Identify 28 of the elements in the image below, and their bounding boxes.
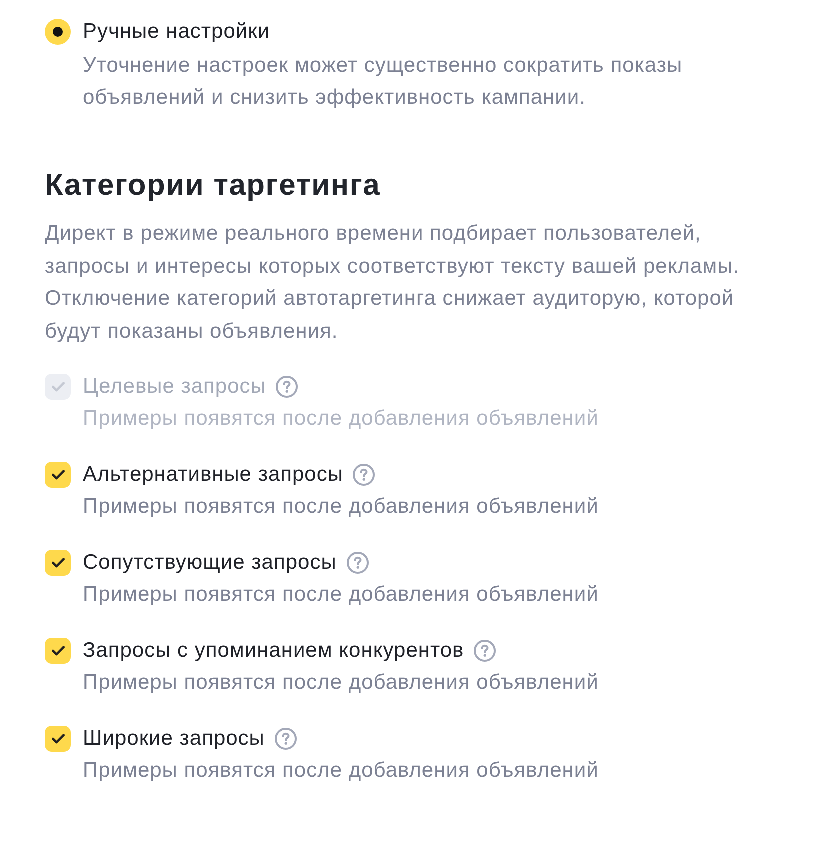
checkbox[interactable]: [45, 638, 71, 664]
check-icon: [52, 646, 64, 656]
category-hint: Примеры появятся после добавления объявлений: [83, 670, 599, 696]
section-description: Директ в режиме реального времени подбирает пользователей, запросы и интересы которых соответствуют тексту вашей рекламы. Отключение категорий автотаргетинга снижает аудиторую, которой будут показаны объявления.: [45, 221, 741, 344]
help-icon[interactable]: [274, 728, 297, 750]
radio-label[interactable]: Ручные настройки: [83, 16, 270, 48]
category-label[interactable]: Сопутствующие запросы: [83, 547, 337, 579]
category-hint: Примеры появятся после добавления объявлений: [83, 582, 599, 608]
radio-description: Уточнение настроек может существенно сократить показы объявлений и снизить эффективность кампании.: [83, 53, 684, 111]
category-label[interactable]: Запросы с упоминанием конкурентов: [83, 635, 464, 667]
radio-button[interactable]: [45, 19, 71, 45]
help-icon[interactable]: [353, 464, 376, 486]
help-icon[interactable]: [276, 376, 298, 398]
check-icon: [52, 382, 64, 392]
check-icon: [52, 470, 64, 480]
help-icon[interactable]: [346, 552, 369, 574]
help-icon[interactable]: [474, 640, 496, 662]
checkbox[interactable]: [45, 726, 71, 752]
category-label[interactable]: Широкие запросы: [83, 723, 265, 755]
check-icon: [52, 734, 64, 744]
category-label[interactable]: Альтернативные запросы: [83, 459, 344, 491]
checkbox[interactable]: [45, 550, 71, 576]
category-hint: Примеры появятся после добавления объявлений: [83, 494, 599, 520]
checkbox[interactable]: [45, 462, 71, 488]
category-hint: Примеры появятся после добавления объявлений: [83, 406, 599, 432]
check-icon: [52, 558, 64, 568]
category-hint: Примеры появятся после добавления объявлений: [83, 758, 599, 784]
section-title: Категории таргетинга: [45, 168, 382, 204]
